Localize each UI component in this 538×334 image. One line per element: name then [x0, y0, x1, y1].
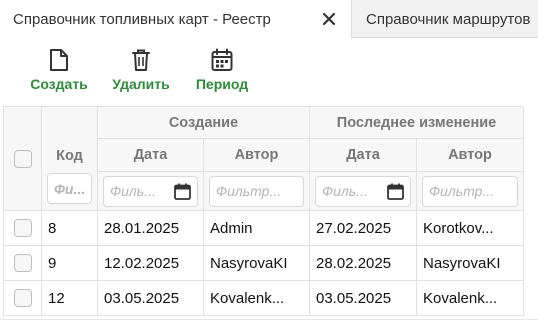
table-cell-modified-date[interactable]: 27.02.2025 [310, 211, 417, 246]
column-header-modified-author[interactable]: Автор [417, 139, 524, 172]
column-header-code-label: Код [56, 148, 83, 164]
column-header-created-author[interactable]: Автор [204, 139, 310, 172]
filter-placeholder: Филь... [110, 183, 156, 199]
calendar-icon [211, 48, 233, 71]
filter-cell-created-author: Фильтр... [204, 172, 310, 211]
tab-fuel-cards-registry[interactable]: Справочник топливных карт - Реестр [0, 0, 352, 39]
delete-button-label: Удалить [112, 76, 170, 92]
filter-modified-date-input[interactable]: Филь... [315, 175, 411, 207]
table-cell-modified-author[interactable]: NasyrovaKI [417, 246, 524, 281]
group-header-created: Создание [98, 107, 310, 139]
calendar-icon[interactable] [387, 183, 404, 200]
new-document-icon [50, 49, 68, 71]
table-cell-created-date[interactable]: 28.01.2025 [98, 211, 204, 246]
grid-footer [0, 319, 538, 334]
table-cell-created-author[interactable]: Admin [204, 211, 310, 246]
select-all-header [4, 107, 42, 211]
group-header-modified: Последнее изменение [310, 107, 524, 139]
select-all-checkbox[interactable] [13, 149, 32, 168]
filter-code-input[interactable]: Фи... [47, 173, 92, 204]
table-cell-created-author[interactable]: NasyrovaKI [204, 246, 310, 281]
table-cell-created-author[interactable]: Kovalenk... [204, 281, 310, 316]
table-cell-modified-date[interactable]: 28.02.2025 [310, 246, 417, 281]
tab-routes-reference[interactable]: Справочник маршрутов [353, 0, 538, 38]
column-header-code[interactable]: Код Фи... [42, 107, 98, 211]
period-button[interactable]: Период [190, 38, 254, 102]
row-checkbox[interactable] [13, 289, 32, 307]
filter-placeholder: Фи... [54, 180, 86, 197]
period-button-label: Период [195, 76, 249, 92]
table-cell-modified-date[interactable]: 03.05.2025 [310, 281, 417, 316]
delete-button[interactable]: Удалить [108, 38, 174, 102]
filter-created-author-input[interactable]: Фильтр... [209, 175, 304, 207]
trash-icon [132, 49, 150, 71]
close-icon[interactable] [321, 11, 337, 27]
filter-placeholder: Фильтр... [216, 183, 282, 199]
toolbar: Создать Удалить Период [0, 38, 538, 102]
filter-cell-modified-date: Филь... [310, 172, 417, 211]
filter-cell-modified-author: Фильтр... [417, 172, 524, 211]
tab-label: Справочник топливных карт - Реестр [13, 11, 271, 28]
column-header-label: Дата [346, 147, 380, 163]
tab-bar: Справочник топливных карт - Реестр Справ… [0, 0, 538, 39]
row-select-cell [4, 246, 42, 281]
calendar-icon[interactable] [174, 183, 191, 200]
create-button-label: Создать [30, 76, 88, 92]
tab-label: Справочник маршрутов [366, 10, 531, 28]
table-cell-modified-author[interactable]: Korotkov... [417, 211, 524, 246]
filter-cell-created-date: Филь... [98, 172, 204, 211]
group-header-created-label: Создание [168, 114, 239, 131]
table-cell-code[interactable]: 9 [42, 246, 98, 281]
fuel-cards-grid: Код Фи... Создание Последнее изменение Д… [3, 106, 524, 318]
row-select-cell [4, 211, 42, 246]
column-header-label: Дата [133, 147, 168, 163]
table-cell-code[interactable]: 8 [42, 211, 98, 246]
table-cell-code[interactable]: 12 [42, 281, 98, 316]
table-cell-created-date[interactable]: 03.05.2025 [98, 281, 204, 316]
table-cell-created-date[interactable]: 12.02.2025 [98, 246, 204, 281]
filter-modified-author-input[interactable]: Фильтр... [422, 175, 518, 207]
column-header-modified-date[interactable]: Дата [310, 139, 417, 172]
group-header-modified-label: Последнее изменение [336, 114, 497, 131]
table-cell-modified-author[interactable]: Kovalenk... [417, 281, 524, 316]
filter-placeholder: Филь... [322, 183, 368, 199]
row-select-cell [4, 281, 42, 316]
column-header-label: Автор [234, 147, 279, 163]
row-checkbox[interactable] [13, 219, 32, 237]
row-checkbox[interactable] [13, 254, 32, 272]
create-button[interactable]: Создать [28, 38, 90, 102]
filter-created-date-input[interactable]: Филь... [103, 175, 198, 207]
filter-placeholder: Фильтр... [429, 183, 495, 199]
column-header-created-date[interactable]: Дата [98, 139, 204, 172]
column-header-label: Автор [448, 147, 492, 163]
